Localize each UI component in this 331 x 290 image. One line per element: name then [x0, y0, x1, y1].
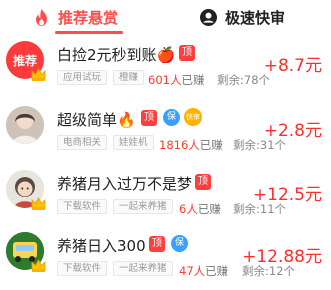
- earned-number: 47人: [179, 264, 206, 278]
- earned-suffix: 已赚: [199, 138, 223, 152]
- active-tab-indicator: [55, 31, 123, 34]
- tab-fast-review[interactable]: 极速快审: [200, 0, 285, 34]
- app-tag: 一起来养猪: [113, 199, 173, 214]
- tab-label: 推荐悬赏: [58, 8, 119, 27]
- reward-amount: +2.8元: [263, 121, 322, 141]
- task-row[interactable]: 超级简单🔥 顶 保 快审 电商相关 娃娃机 1816人已赚 剩余:31个 +2.…: [0, 106, 331, 172]
- top-badge: 顶: [149, 236, 165, 252]
- remaining-count: 剩余:78个: [217, 73, 271, 87]
- earned-number: 1816人: [159, 138, 200, 152]
- avatar: [6, 106, 44, 144]
- crown-icon: [31, 195, 46, 210]
- earned-count: 6人已赚: [179, 201, 221, 217]
- reward-amount: +12.88元: [242, 247, 322, 267]
- top-badge: 顶: [195, 174, 211, 190]
- app-tag: 娃娃机: [113, 135, 154, 150]
- app-tag: 一起来养猪: [113, 261, 173, 276]
- task-row[interactable]: 养猪月入过万不是梦 顶 下载软件 一起来养猪 6人已赚 剩余:11个 +12.5…: [0, 170, 331, 236]
- earned-suffix: 已赚: [197, 202, 221, 216]
- task-title: 养猪日入300: [57, 237, 146, 255]
- earned-count: 601人已赚: [148, 72, 204, 88]
- task-title: 养猪月入过万不是梦: [57, 175, 193, 193]
- category-tag: 电商相关: [57, 135, 108, 150]
- earned-count: 1816人已赚: [159, 137, 223, 153]
- fast-review-badge: 快审: [184, 108, 202, 126]
- earned-suffix: 已赚: [205, 264, 229, 278]
- task-title: 超级简单🔥: [57, 111, 136, 129]
- reward-amount: +8.7元: [263, 56, 322, 76]
- flame-icon: [33, 8, 50, 26]
- category-tag: 下载软件: [57, 261, 108, 276]
- tab-bar: 推荐悬赏 极速快审: [0, 0, 331, 34]
- task-row[interactable]: 养猪日入300 顶 保 下载软件 一起来养猪 47人已赚 剩余:12个 +12.…: [0, 232, 331, 290]
- guarantee-badge: 保: [163, 109, 180, 126]
- guarantee-badge: 保: [171, 235, 188, 252]
- top-badge: 顶: [141, 110, 157, 126]
- top-badge: 顶: [179, 45, 195, 61]
- category-tag: 应用试玩: [57, 70, 108, 85]
- earned-count: 47人已赚: [179, 263, 228, 279]
- reward-amount: +12.5元: [252, 185, 322, 205]
- earned-suffix: 已赚: [181, 73, 205, 87]
- crown-icon: [31, 257, 46, 272]
- user-circle-icon: [200, 8, 217, 26]
- tab-label: 极速快审: [225, 8, 286, 27]
- app-tag: 橙赚: [113, 70, 145, 85]
- category-tag: 下载软件: [57, 199, 108, 214]
- earned-number: 601人: [148, 73, 182, 87]
- tab-recommended-bounty[interactable]: 推荐悬赏: [33, 0, 118, 34]
- crown-icon: [31, 66, 46, 81]
- task-row[interactable]: 推荐 白捡2元秒到账🍎 顶 应用试玩 橙赚 601人已赚 剩余:78个 +8.7…: [0, 41, 331, 107]
- earned-number: 6人: [179, 202, 198, 216]
- task-title: 白捡2元秒到账🍎: [57, 46, 176, 64]
